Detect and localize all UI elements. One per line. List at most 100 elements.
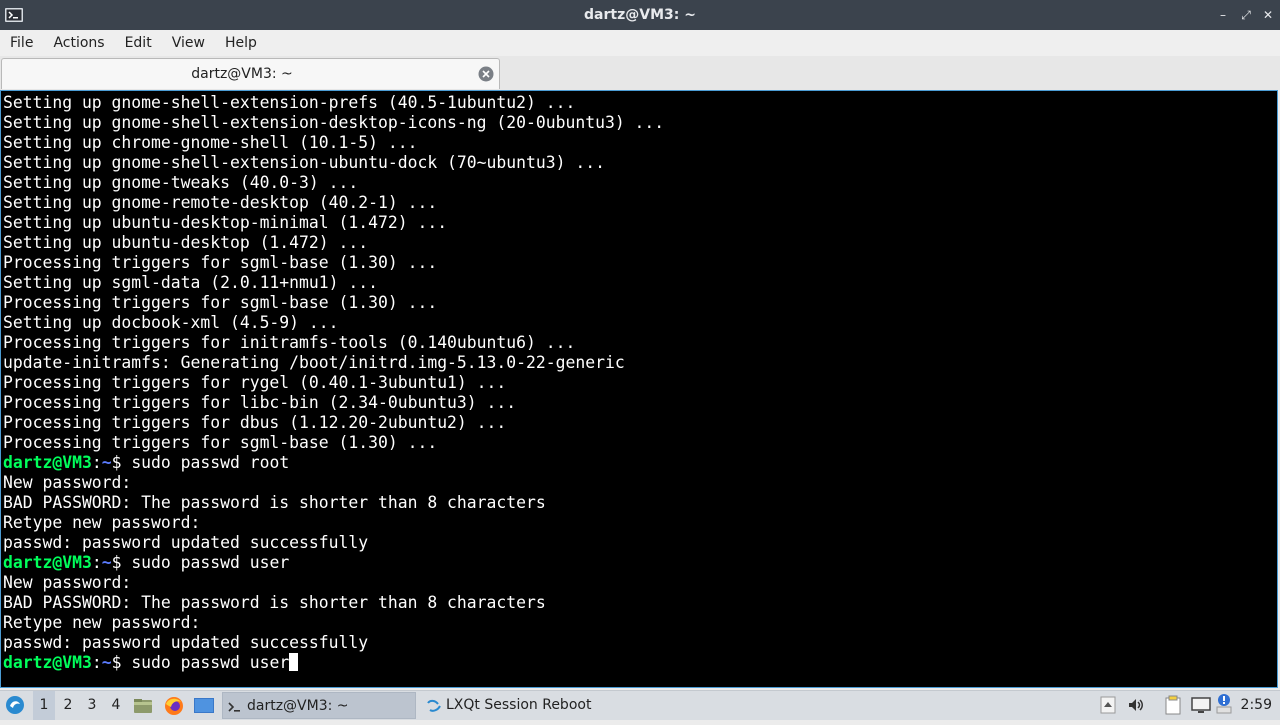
prompt-command: sudo passwd user xyxy=(131,653,290,672)
terminal-lines: Setting up gnome-shell-extension-prefs (… xyxy=(3,93,1263,673)
terminal-line: New password: xyxy=(3,473,1263,493)
clipboard-icon xyxy=(1163,695,1183,719)
terminal-line: Processing triggers for rygel (0.40.1-3u… xyxy=(3,373,1263,393)
terminal-line: update-initramfs: Generating /boot/initr… xyxy=(3,353,1263,373)
update-notifier-button[interactable] xyxy=(1216,693,1232,715)
close-button[interactable]: ✕ xyxy=(1259,6,1277,24)
firefox-icon xyxy=(163,697,185,721)
tab-label: dartz@VM3: ~ xyxy=(191,66,293,82)
lxqt-icon xyxy=(426,697,442,713)
terminal-line: Processing triggers for sgml-base (1.30)… xyxy=(3,253,1263,273)
tab-close-icon[interactable] xyxy=(478,66,494,82)
maximize-button[interactable]: ⤢ xyxy=(1237,6,1255,24)
prompt-command: sudo passwd user xyxy=(131,553,290,572)
terminal-line: Setting up gnome-shell-extension-ubuntu-… xyxy=(3,153,1263,173)
task-terminal-label: dartz@VM3: ~ xyxy=(247,698,349,714)
terminal-line-text: Processing triggers for dbus (1.12.20-2u… xyxy=(3,413,507,432)
tray-expand-icon xyxy=(1100,696,1116,718)
menu-file[interactable]: File xyxy=(0,30,43,56)
terminal-line: Retype new password: xyxy=(3,513,1263,533)
terminal-line-text: Retype new password: xyxy=(3,613,211,632)
prompt-path: ~ xyxy=(101,453,112,472)
terminal-line: Processing triggers for libc-bin (2.34-0… xyxy=(3,393,1263,413)
network-tray-button[interactable] xyxy=(1190,695,1212,715)
terminal-tab[interactable]: dartz@VM3: ~ xyxy=(1,58,500,89)
terminal-line-text: BAD PASSWORD: The password is shorter th… xyxy=(3,593,546,612)
terminal-line-text: Setting up gnome-shell-extension-desktop… xyxy=(3,113,665,132)
clock[interactable]: 2:59 xyxy=(1241,691,1272,720)
terminal-line: Setting up gnome-remote-desktop (40.2-1)… xyxy=(3,193,1263,213)
terminal-line-text: Setting up docbook-xml (4.5-9) ... xyxy=(3,313,339,332)
show-desktop-button[interactable] xyxy=(193,696,215,716)
terminal-line-text: Setting up ubuntu-desktop (1.472) ... xyxy=(3,233,369,252)
terminal-line: Processing triggers for sgml-base (1.30)… xyxy=(3,293,1263,313)
terminal-line-text: Setting up ubuntu-desktop-minimal (1.472… xyxy=(3,213,448,232)
menu-edit[interactable]: Edit xyxy=(115,30,162,56)
terminal-line: BAD PASSWORD: The password is shorter th… xyxy=(3,493,1263,513)
terminal-icon xyxy=(227,698,243,714)
file-manager-launcher[interactable] xyxy=(133,696,153,716)
terminal-line-text: passwd: password updated successfully xyxy=(3,533,369,552)
lxqt-logo-icon xyxy=(4,696,26,720)
terminal-line: Setting up chrome-gnome-shell (10.1-5) .… xyxy=(3,133,1263,153)
terminal-line-text: update-initramfs: Generating /boot/initr… xyxy=(3,353,625,372)
desktop-4[interactable]: 4 xyxy=(105,691,127,720)
terminal-line-text: Setting up gnome-shell-extension-ubuntu-… xyxy=(3,153,605,172)
terminal-line-text: Setting up gnome-remote-desktop (40.2-1)… xyxy=(3,193,438,212)
terminal-line-text: Processing triggers for libc-bin (2.34-0… xyxy=(3,393,517,412)
terminal-line: Setting up ubuntu-desktop (1.472) ... xyxy=(3,233,1263,253)
clipboard-tray-button[interactable] xyxy=(1163,695,1183,715)
desktop-3[interactable]: 3 xyxy=(81,691,103,720)
terminal-line-text: Setting up gnome-tweaks (40.0-3) ... xyxy=(3,173,359,192)
prompt-user-host: dartz@VM3 xyxy=(3,553,92,572)
terminal-prompt-line: dartz@VM3:~$ sudo passwd root xyxy=(3,453,290,472)
terminal-line-text: Setting up gnome-shell-extension-prefs (… xyxy=(3,93,576,112)
menu-view[interactable]: View xyxy=(162,30,215,56)
menu-help[interactable]: Help xyxy=(215,30,267,56)
monitor-icon xyxy=(1190,697,1212,719)
maximize-icon: ⤢ xyxy=(1241,8,1251,22)
prompt-path: ~ xyxy=(101,553,112,572)
terminal-output[interactable]: Setting up gnome-shell-extension-prefs (… xyxy=(0,90,1278,688)
desktop-2[interactable]: 2 xyxy=(57,691,79,720)
terminal-line: passwd: password updated successfully xyxy=(3,633,1263,653)
prompt-user-host: dartz@VM3 xyxy=(3,653,92,672)
task-terminal[interactable]: dartz@VM3: ~ xyxy=(222,692,416,719)
minimize-icon: – xyxy=(1220,8,1226,22)
window-titlebar[interactable]: dartz@VM3: ~ – ⤢ ✕ xyxy=(0,0,1280,30)
terminal-line-text: Retype new password: xyxy=(3,513,211,532)
terminal-line: Setting up gnome-shell-extension-desktop… xyxy=(3,113,1263,133)
terminal-line: Setting up ubuntu-desktop-minimal (1.472… xyxy=(3,213,1263,233)
menubar: File Actions Edit View Help xyxy=(0,30,1280,56)
terminal-line: Processing triggers for sgml-base (1.30)… xyxy=(3,433,1263,453)
task-lxqt-label: LXQt Session Reboot xyxy=(446,697,592,713)
minimize-button[interactable]: – xyxy=(1214,6,1232,24)
terminal-app-icon xyxy=(4,5,24,25)
menu-actions[interactable]: Actions xyxy=(43,30,114,56)
prompt-command: sudo passwd root xyxy=(131,453,290,472)
task-lxqt-session-reboot[interactable]: LXQt Session Reboot xyxy=(422,692,622,719)
terminal-line-text: Setting up sgml-data (2.0.11+nmu1) ... xyxy=(3,273,378,292)
update-notification-icon xyxy=(1216,694,1232,719)
volume-button[interactable] xyxy=(1127,696,1145,714)
desktop-icon xyxy=(193,698,215,720)
terminal-line: New password: xyxy=(3,573,1263,593)
desktop-1[interactable]: 1 xyxy=(33,691,55,720)
tray-up-button[interactable] xyxy=(1100,696,1116,714)
folder-icon xyxy=(133,699,153,720)
terminal-prompt-line: dartz@VM3:~$ sudo passwd user xyxy=(3,653,1263,673)
terminal-line-text: Processing triggers for rygel (0.40.1-3u… xyxy=(3,373,507,392)
terminal-line-text: passwd: password updated successfully xyxy=(3,633,369,652)
firefox-launcher[interactable] xyxy=(163,695,185,717)
terminal-line-text: New password: xyxy=(3,573,142,592)
terminal-line: Retype new password: xyxy=(3,613,1263,633)
taskbar: 1 2 3 4 dartz@VM3: ~ LXQt Session Reboot xyxy=(0,690,1280,720)
terminal-cursor xyxy=(289,653,299,671)
terminal-line: Processing triggers for initramfs-tools … xyxy=(3,333,1263,353)
terminal-line-text: Processing triggers for sgml-base (1.30)… xyxy=(3,293,438,312)
terminal-line: Processing triggers for dbus (1.12.20-2u… xyxy=(3,413,1263,433)
terminal-line: passwd: password updated successfully xyxy=(3,533,1263,553)
start-menu-button[interactable] xyxy=(4,694,26,716)
window-title: dartz@VM3: ~ xyxy=(584,7,696,23)
terminal-line: Setting up docbook-xml (4.5-9) ... xyxy=(3,313,1263,333)
